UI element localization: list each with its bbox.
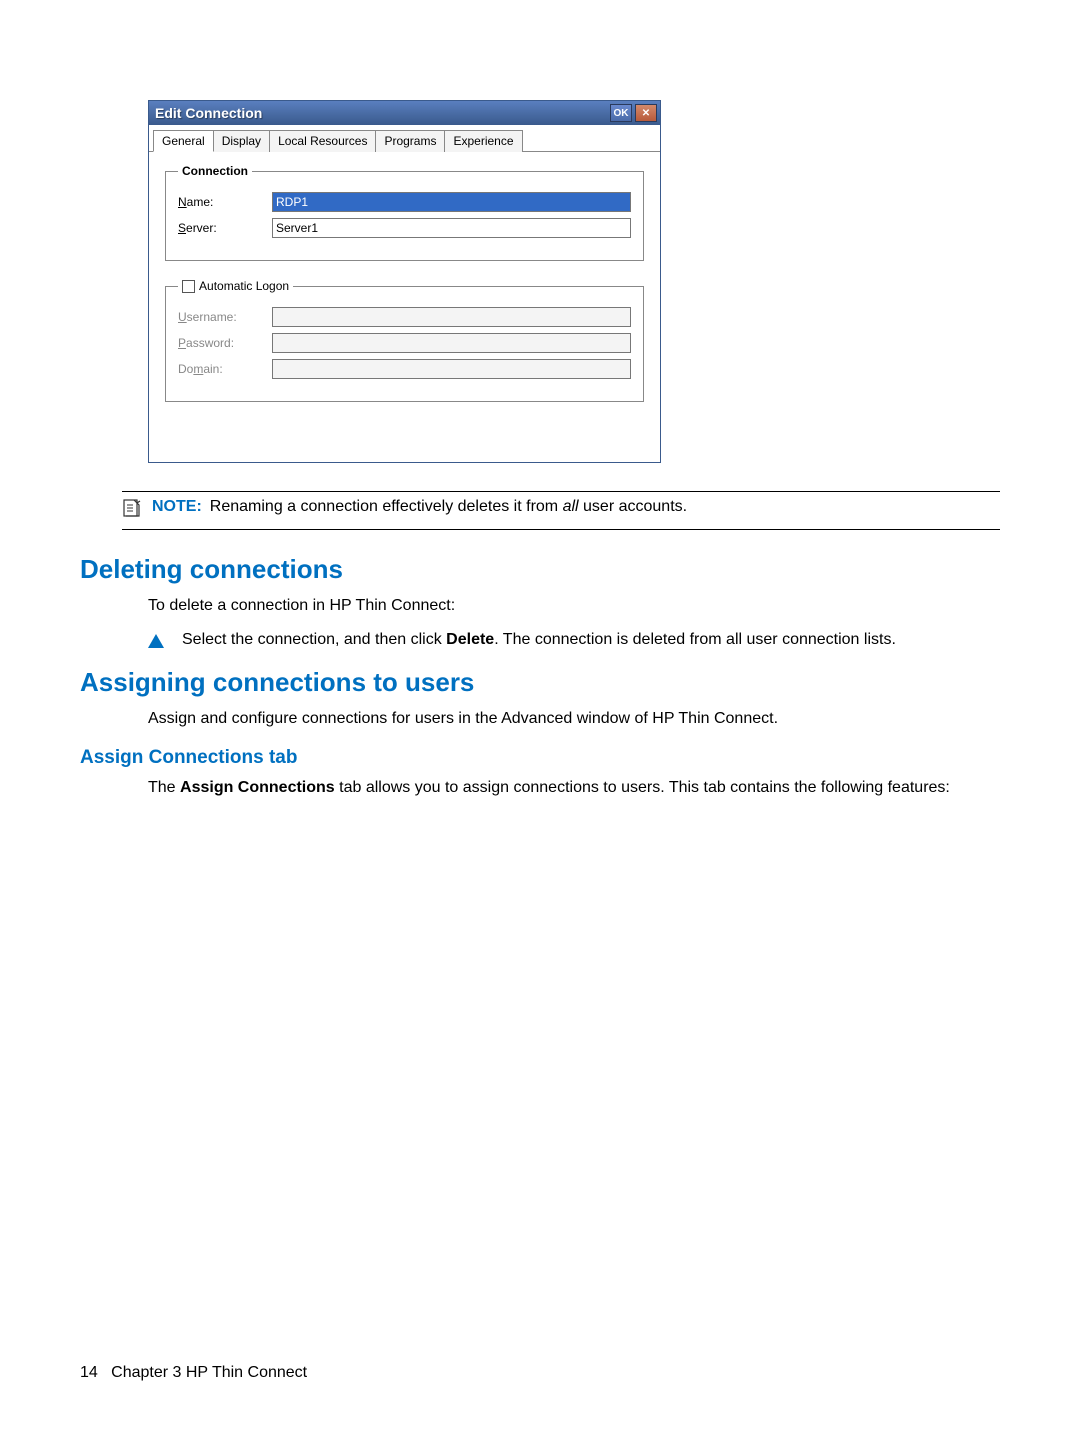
connection-group: Connection Name: Server: xyxy=(165,164,644,261)
name-input[interactable] xyxy=(272,192,631,212)
close-button[interactable]: ✕ xyxy=(635,104,657,122)
username-input xyxy=(272,307,631,327)
connection-legend: Connection xyxy=(178,164,252,178)
general-panel: Connection Name: Server: Automatic Logon… xyxy=(149,152,660,462)
tab-programs[interactable]: Programs xyxy=(375,130,445,152)
name-label: Name: xyxy=(178,195,258,209)
automatic-logon-legend: Automatic Logon xyxy=(178,279,293,293)
server-row: Server: xyxy=(178,218,631,238)
server-label: Server: xyxy=(178,221,258,235)
deleting-intro: To delete a connection in HP Thin Connec… xyxy=(148,595,1000,617)
name-row: Name: xyxy=(178,192,631,212)
automatic-logon-checkbox[interactable] xyxy=(182,280,195,293)
tab-general[interactable]: General xyxy=(153,130,214,152)
page-footer: 14 Chapter 3 HP Thin Connect xyxy=(80,1364,307,1382)
assigning-intro: Assign and configure connections for use… xyxy=(148,708,1000,730)
tab-local-resources[interactable]: Local Resources xyxy=(269,130,376,152)
note-icon xyxy=(122,498,142,523)
note-text: NOTE:Renaming a connection effectively d… xyxy=(152,498,687,516)
password-label: Password: xyxy=(178,336,258,350)
heading-assigning-connections: Assigning connections to users xyxy=(80,667,1000,698)
dialog-title: Edit Connection xyxy=(155,105,262,121)
dialog-titlebar: Edit Connection OK ✕ xyxy=(149,101,660,125)
triangle-bullet-icon xyxy=(148,634,164,648)
tab-experience[interactable]: Experience xyxy=(444,130,522,152)
assign-tab-para: The Assign Connections tab allows you to… xyxy=(148,777,1000,799)
server-input[interactable] xyxy=(272,218,631,238)
deleting-bullet: Select the connection, and then click De… xyxy=(148,631,1000,649)
tab-display[interactable]: Display xyxy=(213,130,270,152)
username-label: Username: xyxy=(178,310,258,324)
edit-connection-dialog: Edit Connection OK ✕ General Display Loc… xyxy=(148,100,661,463)
username-row: Username: xyxy=(178,307,631,327)
tab-strip: General Display Local Resources Programs… xyxy=(149,125,660,152)
heading-assign-connections-tab: Assign Connections tab xyxy=(80,747,1000,769)
domain-row: Domain: xyxy=(178,359,631,379)
chapter-label: Chapter 3 HP Thin Connect xyxy=(111,1364,307,1381)
deleting-bullet-text: Select the connection, and then click De… xyxy=(182,631,896,649)
note-block: NOTE:Renaming a connection effectively d… xyxy=(122,491,1000,530)
password-input xyxy=(272,333,631,353)
password-row: Password: xyxy=(178,333,631,353)
titlebar-buttons: OK ✕ xyxy=(610,104,657,122)
automatic-logon-group: Automatic Logon Username: Password: Doma… xyxy=(165,279,644,402)
note-label: NOTE: xyxy=(152,498,202,515)
domain-input xyxy=(272,359,631,379)
page-number: 14 xyxy=(80,1364,98,1381)
domain-label: Domain: xyxy=(178,362,258,376)
ok-button[interactable]: OK xyxy=(610,104,632,122)
close-icon: ✕ xyxy=(642,108,650,119)
heading-deleting-connections: Deleting connections xyxy=(80,554,1000,585)
